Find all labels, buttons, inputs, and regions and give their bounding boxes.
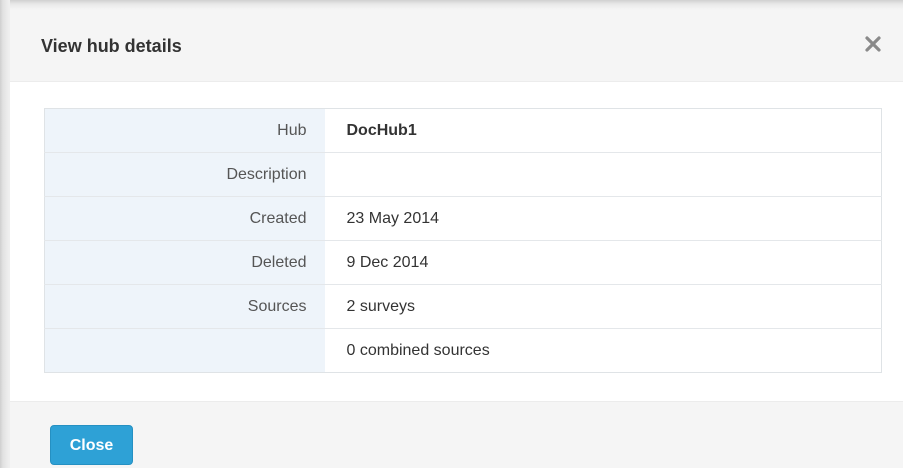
close-icon-glyph [865,36,881,52]
dialog-header: View hub details [10,10,903,82]
hub-details-dialog: View hub details Hub DocHub1 Description [10,10,903,468]
backdrop-top-edge [0,0,903,10]
row-value-surveys: 2 surveys [324,284,882,329]
row-value-hub-name: DocHub1 [346,121,417,139]
details-row-hub: Hub DocHub1 [44,108,882,153]
close-icon[interactable] [861,32,885,56]
details-row-sources: Sources 2 surveys [44,284,882,329]
row-label-hub: Hub [44,108,325,153]
details-row-description: Description [44,152,882,197]
row-label-deleted: Deleted [44,240,325,285]
row-label-created: Created [44,196,325,241]
row-label-empty [44,328,325,373]
hub-details-table: Hub DocHub1 Description Created 23 May 2… [44,108,882,373]
row-value-deleted: 9 Dec 2014 [324,240,882,285]
dialog-footer: Close [10,401,903,468]
row-label-sources: Sources [44,284,325,329]
row-value-created: 23 May 2014 [324,196,882,241]
row-value-combined-sources: 0 combined sources [324,328,882,373]
dialog-title: View hub details [41,36,182,56]
row-label-description: Description [44,152,325,197]
page: View hub details Hub DocHub1 Description [0,0,903,468]
details-row-created: Created 23 May 2014 [44,196,882,241]
details-row-combined-sources: 0 combined sources [44,328,882,373]
dialog-body: Hub DocHub1 Description Created 23 May 2… [10,82,903,401]
close-button[interactable]: Close [50,425,133,465]
details-row-deleted: Deleted 9 Dec 2014 [44,240,882,285]
row-value-description [324,152,882,197]
backdrop-left-edge [0,0,10,468]
